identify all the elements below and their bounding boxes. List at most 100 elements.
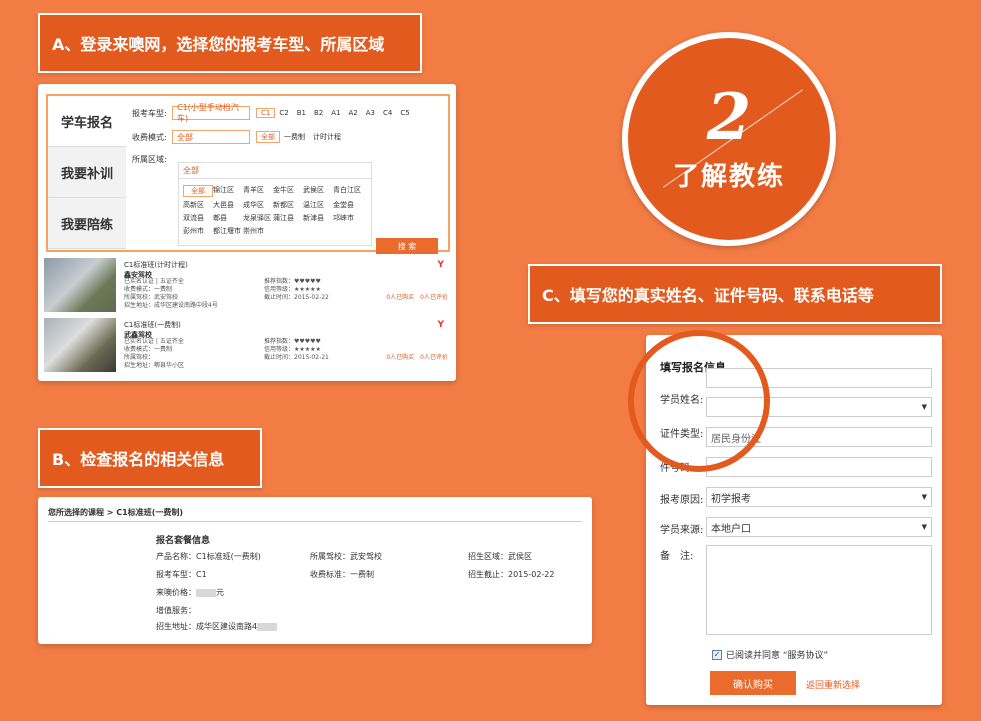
listing-info-right: 推荐指数：♥♥♥♥♥ 信用等级：★★★★★ 截止时间：2015-02-22 (264, 278, 329, 302)
listing-line: 信用等级：★★★★★ (264, 286, 321, 293)
region-option[interactable]: 青羊区 (243, 185, 273, 197)
region-label-row: 所属区域: (132, 154, 172, 165)
badge-text: 了解教练 (672, 162, 785, 192)
car-type-select[interactable]: C1(小型手动档汽车) (172, 103, 250, 123)
listing-info-left: 已实名认证 | 五证齐全 收费模式：一费制 所属驾校： 招生地址：郫县华小区 (124, 338, 184, 370)
listing-info-left: 已实名认证 | 五证齐全 收费模式：一费制 所属驾校：武安驾校 招生地址：成华区… (124, 278, 218, 310)
region-option[interactable]: 金牛区 (273, 185, 303, 197)
region-select[interactable]: 全部 (179, 163, 371, 179)
source-label: 学员来源: (660, 525, 704, 536)
step-a-title: A、登录来噢网，选择您的报考车型、所属区域 (38, 13, 422, 73)
fee-standard: 收费标准：一费制 (310, 570, 374, 579)
car-option-c2[interactable]: C2 (275, 109, 292, 117)
region-option[interactable]: 邛崃市 (333, 213, 363, 223)
region-selector: 全部 全部 锦江区 青羊区 金牛区 武侯区 青白江区 高新区 大邑县 成华区 新都区 温江区 金堂县双… (178, 162, 372, 246)
car-option-b2[interactable]: B2 (310, 109, 327, 117)
search-box: 学车报名 我要补训 我要陪练 报考车型: C1(小型手动档汽车) C1 C2 B… (46, 94, 450, 254)
region-option[interactable]: 大邑县 (213, 200, 243, 210)
agree-checkbox[interactable]: ✓ (712, 649, 722, 660)
search-tabs: 学车报名 我要补训 我要陪练 (48, 96, 126, 250)
listing-line: 已实名认证 | 五证齐全 (124, 278, 184, 285)
section-title: 报名套餐信息 (156, 536, 211, 546)
listing-stats: 0人已购买 0人已评价 (386, 292, 448, 301)
car-option-c1[interactable]: C1 (256, 108, 276, 118)
listing-title[interactable]: C1标准班(计时计程) (124, 260, 188, 270)
listing-item[interactable]: C1标准班(一费制) 武鑫驾校 已实名认证 | 五证齐全 收费模式：一费制 所属… (44, 318, 454, 374)
step-b-title: B、检查报名的相关信息 (38, 428, 262, 488)
region-grid: 全部 锦江区 青羊区 金牛区 武侯区 青白江区高新区 大邑县 成华区 新都区 温江区 金堂县双流县郫… (183, 185, 363, 236)
listing-line: 推荐指数：♥♥♥♥♥ (264, 278, 321, 285)
car-option-b1[interactable]: B1 (293, 109, 310, 117)
region-option[interactable]: 都江堰市 (213, 226, 243, 236)
region-option[interactable]: 金堂县 (333, 200, 363, 210)
region-option[interactable]: 郫县 (213, 213, 243, 223)
car-option-a1[interactable]: A1 (327, 109, 344, 117)
price-row: 来噢价格： 元 (156, 587, 224, 598)
badge-number: 2 (706, 80, 752, 155)
listing-item[interactable]: C1标准班(计时计程) 鑫安驾校 已实名认证 | 五证齐全 收费模式：一费制 所… (44, 258, 454, 314)
region-option[interactable]: 新津县 (303, 213, 333, 223)
listing-line: 收费模式：一费制 (124, 286, 173, 293)
car-type-label: 报考车型: (132, 108, 167, 118)
region-option[interactable]: 成华区 (243, 200, 273, 210)
listing-line: 已实名认证 | 五证齐全 (124, 338, 184, 345)
region-option[interactable]: 蒲江县 (273, 213, 303, 223)
bought-count: 0人已购买 (386, 294, 415, 301)
source-select[interactable]: 本地户口 ▼ (706, 517, 932, 537)
region-option[interactable]: 龙泉驿区 (243, 213, 273, 223)
reselect-link[interactable]: 返回重新选择 (806, 678, 860, 691)
price-blurred (196, 588, 216, 597)
breadcrumb: 您所选择的课程 > C1标准班(一费制) (48, 508, 184, 517)
note-textarea[interactable] (706, 545, 932, 635)
region-option[interactable]: 新都区 (273, 200, 303, 210)
listing-title[interactable]: C1标准班(一费制) (124, 320, 181, 330)
fee-option-single[interactable]: 一费制 (280, 132, 309, 142)
reason-value: 初学报考 (711, 493, 751, 505)
confirm-purchase-button[interactable]: 确认购买 (710, 671, 796, 695)
listing-line: 信用等级：★★★★★ (264, 346, 321, 353)
region-option[interactable]: 锦江区 (213, 185, 243, 197)
listing-line: 招生地址：成华区建设南路中段4号 (124, 302, 218, 309)
package-info-panel: 您所选择的课程 > C1标准班(一费制) 报名套餐信息 产品名称：C1标准班(一… (38, 497, 592, 644)
car-option-c5[interactable]: C5 (396, 109, 413, 117)
tab-register[interactable]: 学车报名 (48, 96, 126, 147)
listing-line: 截止时间：2015-02-22 (264, 294, 329, 301)
fee-mode-select[interactable]: 全部 (172, 130, 250, 144)
id-number-input[interactable] (706, 457, 932, 477)
price-label: 来噢价格： (156, 588, 196, 597)
agree-label[interactable]: 已阅读并同意 “服务协议” (726, 648, 828, 661)
car-option-a2[interactable]: A2 (344, 109, 361, 117)
listing-price: Y (437, 320, 444, 330)
chevron-down-icon: ▼ (921, 523, 927, 531)
reason-select[interactable]: 初学报考 ▼ (706, 487, 932, 507)
listing-price: Y (437, 260, 444, 270)
fee-option-hourly[interactable]: 计时计程 (309, 132, 345, 142)
product-name: 产品名称：C1标准班(一费制) (156, 552, 261, 561)
region-option[interactable]: 崇州市 (243, 226, 273, 236)
region-option[interactable]: 青白江区 (333, 185, 363, 197)
tab-accompany[interactable]: 我要陪练 (48, 198, 126, 249)
region-option[interactable]: 温江区 (303, 200, 333, 210)
listing-line: 收费模式：一费制 (124, 346, 173, 353)
car-option-c4[interactable]: C4 (379, 109, 396, 117)
chevron-down-icon: ▼ (921, 493, 927, 501)
region-option[interactable]: 高新区 (183, 200, 213, 210)
region-option[interactable]: 双流县 (183, 213, 213, 223)
car-option-a3[interactable]: A3 (362, 109, 379, 117)
region-option[interactable]: 全部 (183, 185, 213, 197)
fee-mode-label: 收费模式: (132, 132, 167, 142)
listing-line: 截止时间：2015-02-21 (264, 354, 329, 361)
source-value: 本地户口 (711, 523, 751, 535)
highlight-ring (628, 330, 770, 472)
listing-line: 招生地址：郫县华小区 (124, 362, 185, 369)
step-badge: 2 了解教练 (622, 32, 836, 246)
chevron-down-icon: ▼ (921, 403, 927, 411)
search-button[interactable]: 搜 索 (376, 238, 438, 254)
value-added-service: 增值服务： (156, 606, 196, 615)
review-count: 0人已评价 (420, 354, 448, 361)
fee-option-all[interactable]: 全部 (256, 131, 280, 143)
tab-retrain[interactable]: 我要补训 (48, 147, 126, 198)
region-option[interactable]: 彭州市 (183, 226, 213, 236)
region-option[interactable]: 武侯区 (303, 185, 333, 197)
listing-photo (44, 318, 116, 372)
